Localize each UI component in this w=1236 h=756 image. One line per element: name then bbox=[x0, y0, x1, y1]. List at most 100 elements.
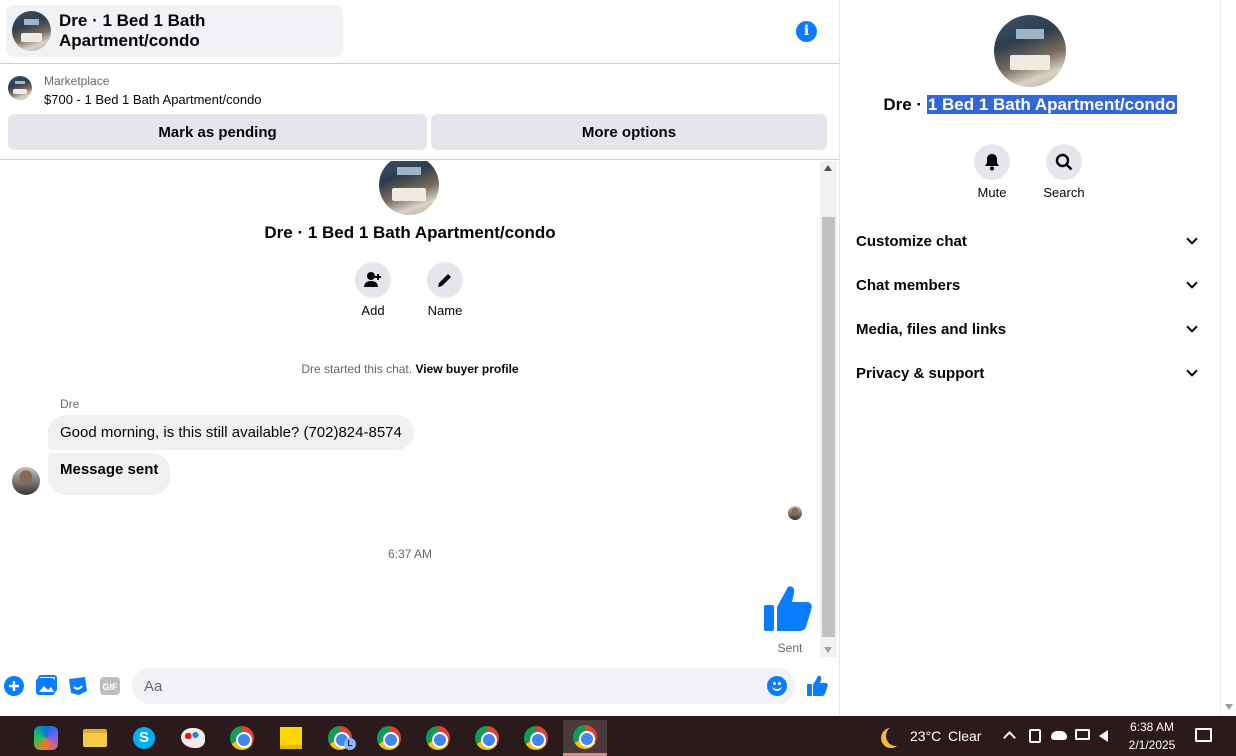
conversation-title-button[interactable]: Dre · 1 Bed 1 Bath Apartment/condo bbox=[6, 5, 343, 57]
photo-icon[interactable] bbox=[35, 675, 57, 697]
composer: GIF Aa bbox=[0, 664, 839, 708]
sticker-icon[interactable] bbox=[67, 675, 89, 697]
listing-thumbnail[interactable] bbox=[8, 76, 32, 100]
details-avatar[interactable] bbox=[994, 15, 1066, 87]
chrome-icon bbox=[524, 726, 548, 750]
mute-label: Mute bbox=[977, 185, 1007, 200]
chrome-profile-app-active[interactable] bbox=[563, 720, 607, 756]
meet-now-icon[interactable] bbox=[1029, 729, 1041, 743]
window-scrollbar[interactable] bbox=[1220, 0, 1236, 716]
like-icon[interactable] bbox=[806, 675, 828, 697]
scroll-down-arrow-icon[interactable] bbox=[1225, 704, 1233, 710]
message-timestamp: 6:37 AM bbox=[387, 547, 433, 561]
pencil-icon bbox=[438, 274, 451, 287]
weather-text[interactable]: Clear bbox=[948, 728, 981, 744]
conversation-pane: Dre · 1 Bed 1 Bath Apartment/condo i Mar… bbox=[0, 0, 839, 716]
gif-label: GIF bbox=[103, 682, 119, 692]
name-button[interactable] bbox=[427, 262, 463, 298]
chrome-profile-app[interactable] bbox=[416, 720, 460, 756]
weather-temp[interactable]: 23°C bbox=[910, 728, 941, 744]
chrome-icon bbox=[475, 726, 499, 750]
view-buyer-profile-link[interactable]: View buyer profile bbox=[415, 362, 518, 376]
search-button[interactable] bbox=[1046, 144, 1082, 180]
gif-icon[interactable]: GIF bbox=[99, 675, 121, 697]
section-label: Chat members bbox=[856, 276, 961, 294]
thumbs-up-message[interactable] bbox=[762, 583, 814, 635]
chevron-down-icon bbox=[1186, 321, 1198, 333]
chat-started-text: Dre started this chat. bbox=[301, 362, 413, 376]
sender-avatar[interactable] bbox=[12, 467, 40, 495]
chrome-profile-app[interactable] bbox=[367, 720, 411, 756]
chrome-profile-app[interactable]: L bbox=[318, 720, 362, 756]
message-list[interactable]: Dre · 1 Bed 1 Bath Apartment/condo Add N… bbox=[0, 161, 820, 661]
customize-chat-section[interactable]: Customize chat bbox=[848, 219, 1212, 263]
paint-app[interactable] bbox=[171, 720, 215, 756]
mute-button[interactable] bbox=[974, 144, 1010, 180]
listing-title[interactable]: $700 - 1 Bed 1 Bath Apartment/condo bbox=[44, 92, 262, 107]
marketplace-banner: Marketplace $700 - 1 Bed 1 Bath Apartmen… bbox=[0, 64, 839, 160]
skype-icon: S bbox=[133, 727, 155, 749]
message-bubble[interactable]: Message sent bbox=[48, 453, 171, 495]
conversation-header: Dre · 1 Bed 1 Bath Apartment/condo i bbox=[0, 0, 839, 64]
clock-time: 6:38 AM bbox=[1129, 720, 1175, 734]
message-input[interactable]: Aa bbox=[132, 668, 795, 704]
scroll-up-arrow-icon[interactable] bbox=[824, 165, 832, 171]
add-button[interactable] bbox=[355, 262, 391, 298]
add-person-icon bbox=[364, 272, 381, 287]
mark-as-pending-button[interactable]: Mark as pending bbox=[8, 114, 427, 150]
file-explorer-app[interactable] bbox=[73, 720, 117, 756]
info-icon[interactable]: i bbox=[796, 21, 817, 42]
chat-scrollbar[interactable] bbox=[820, 161, 837, 657]
sticky-notes-app[interactable] bbox=[269, 720, 313, 756]
section-label: Media, files and links bbox=[856, 320, 1007, 338]
chrome-icon bbox=[426, 726, 450, 750]
volume-icon[interactable] bbox=[1099, 730, 1108, 742]
sticky-notes-icon bbox=[280, 727, 302, 749]
chevron-down-icon bbox=[1186, 365, 1198, 377]
chrome-icon bbox=[377, 726, 401, 750]
marketplace-label: Marketplace bbox=[44, 74, 110, 88]
search-icon bbox=[1055, 153, 1073, 171]
listing-avatar bbox=[12, 11, 51, 51]
media-files-links-section[interactable]: Media, files and links bbox=[848, 307, 1212, 351]
add-label: Add bbox=[361, 303, 385, 318]
search-label: Search bbox=[1043, 185, 1085, 200]
name-label: Name bbox=[427, 303, 463, 318]
folder-icon bbox=[83, 729, 107, 747]
chat-details-panel: Dre · 1 Bed 1 Bath Apartment/condo Mute … bbox=[840, 0, 1220, 716]
notifications-icon[interactable] bbox=[1195, 728, 1212, 742]
system-clock[interactable]: 6:38 AM 2/1/2025 bbox=[1124, 718, 1180, 754]
network-icon[interactable] bbox=[1075, 729, 1090, 740]
more-options-button[interactable]: More options bbox=[431, 114, 827, 150]
chat-title: Dre · 1 Bed 1 Bath Apartment/condo bbox=[264, 223, 556, 242]
chrome-profile-app[interactable] bbox=[465, 720, 509, 756]
chat-avatar bbox=[379, 161, 439, 215]
chrome-profile-app[interactable] bbox=[514, 720, 558, 756]
scroll-down-arrow-icon[interactable] bbox=[824, 647, 832, 653]
chat-started-note: Dre started this chat. View buyer profil… bbox=[0, 362, 820, 376]
onedrive-icon[interactable] bbox=[1051, 731, 1067, 740]
read-receipt-avatar bbox=[788, 506, 802, 520]
conversation-title: Dre · 1 Bed 1 Bath Apartment/condo bbox=[59, 11, 206, 50]
details-title-prefix: Dre · bbox=[883, 95, 927, 114]
chrome-icon bbox=[230, 726, 254, 750]
chat-members-section[interactable]: Chat members bbox=[848, 263, 1212, 307]
copilot-app[interactable] bbox=[24, 720, 68, 756]
chrome-app[interactable] bbox=[220, 720, 264, 756]
chevron-up-icon[interactable] bbox=[1003, 731, 1016, 744]
message-bubble[interactable]: Good morning, is this still available? (… bbox=[48, 415, 414, 450]
skype-app[interactable]: S bbox=[122, 720, 166, 756]
sender-name: Dre bbox=[60, 397, 80, 411]
sent-status: Sent bbox=[777, 641, 803, 655]
section-label: Privacy & support bbox=[856, 364, 985, 382]
clock-date: 2/1/2025 bbox=[1128, 738, 1176, 752]
privacy-support-section[interactable]: Privacy & support bbox=[848, 351, 1212, 395]
emoji-icon[interactable] bbox=[767, 676, 787, 696]
chevron-down-icon bbox=[1186, 277, 1198, 289]
profile-badge: L bbox=[344, 738, 356, 750]
details-title-selected: 1 Bed 1 Bath Apartment/condo bbox=[926, 95, 1177, 114]
message-input-placeholder: Aa bbox=[144, 677, 163, 695]
scrollbar-thumb[interactable] bbox=[822, 217, 835, 637]
section-label: Customize chat bbox=[856, 232, 967, 250]
plus-icon[interactable] bbox=[3, 675, 25, 697]
